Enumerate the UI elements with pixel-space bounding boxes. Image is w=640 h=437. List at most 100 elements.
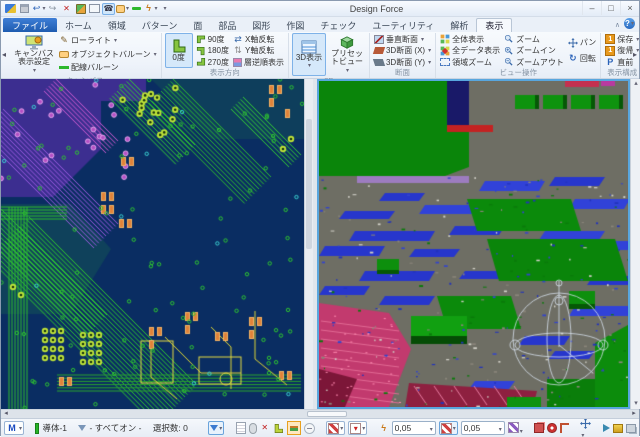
vertical-section-button[interactable]: 垂直断面: [373, 34, 432, 45]
phone-icon[interactable]: [102, 2, 115, 15]
pan-button[interactable]: パン: [567, 37, 597, 48]
layers-red-icon[interactable]: [534, 423, 545, 433]
tab-utility[interactable]: ユーティリティ: [364, 18, 442, 32]
component-display-toggle-icon[interactable]: [286, 421, 301, 435]
area-zoom-button[interactable]: 領域ズーム: [439, 57, 501, 68]
checker-icon: [507, 421, 519, 433]
vscroll-down-icon[interactable]: [631, 399, 640, 409]
collapse-ribbon-icon[interactable]: [615, 19, 620, 29]
grid-size-combo-1[interactable]: 0,05: [391, 421, 436, 435]
zoom-in-button[interactable]: ズームイン: [503, 45, 565, 56]
board-shape-toggle-icon[interactable]: [273, 423, 284, 434]
rotate-view-button[interactable]: 回転: [567, 53, 597, 64]
pcb-2d-canvas[interactable]: [1, 79, 304, 409]
zoom-out-button[interactable]: ズームアウト: [503, 57, 565, 68]
ribbon-scroll-left-icon[interactable]: ◂: [2, 50, 6, 59]
clipboard-toggle-icon[interactable]: [235, 422, 246, 434]
tab-draw[interactable]: 作図: [278, 18, 312, 32]
delete-marker-icon[interactable]: [60, 3, 73, 15]
checker-dropdown-button[interactable]: [507, 421, 523, 435]
fit-view-button[interactable]: 全体表示: [439, 34, 501, 45]
delete-toggle-icon[interactable]: [260, 423, 270, 433]
tab-check[interactable]: チェック: [312, 18, 364, 32]
hscroll-right-icon[interactable]: [629, 410, 639, 418]
window-title: Design Force: [349, 3, 404, 14]
minimize-button[interactable]: –: [582, 1, 601, 15]
tab-home[interactable]: ホーム: [57, 18, 100, 32]
app-icon[interactable]: [4, 3, 17, 15]
maximize-button[interactable]: □: [601, 1, 620, 15]
all-data-view-icon: [440, 46, 450, 55]
tab-area[interactable]: 領域: [100, 18, 134, 32]
grid-toggle-icon[interactable]: [74, 3, 87, 15]
hscroll-left-icon[interactable]: [1, 410, 11, 418]
flip-x-icon: [233, 34, 243, 44]
pan-mode-dropdown-button[interactable]: [580, 419, 592, 437]
zoom-label: ズーム: [516, 34, 540, 44]
grid-mode-dropdown-button[interactable]: [438, 421, 458, 435]
flip-y-button[interactable]: Y軸反転: [232, 45, 285, 56]
all-data-view-button[interactable]: 全データ表示: [439, 45, 501, 56]
red-grid-dropdown-button[interactable]: [326, 421, 346, 435]
tab-display[interactable]: 表示: [476, 18, 513, 32]
snap-bolt-icon[interactable]: [379, 423, 389, 433]
right-canvas-vscrollbar[interactable]: [630, 79, 640, 409]
tab-file[interactable]: ファイル: [3, 18, 58, 32]
help-icon[interactable]: ?: [624, 18, 635, 29]
wire-icon[interactable]: [130, 3, 143, 15]
monitor-icon: [25, 35, 43, 50]
tab-plane[interactable]: 面: [185, 18, 210, 32]
zoom-button[interactable]: ズーム: [503, 34, 565, 45]
rotate-90-button[interactable]: 90度: [195, 34, 230, 45]
layer-reverse-button[interactable]: 層逆順表示: [232, 57, 285, 68]
via-red-icon[interactable]: [547, 423, 557, 433]
left-vscroll-thumb[interactable]: [306, 119, 312, 249]
3d-display-button[interactable]: 3D表示: [291, 33, 326, 76]
highlight-icon[interactable]: [612, 423, 623, 433]
tab-pattern[interactable]: パターン: [134, 18, 186, 32]
undo-icon[interactable]: [32, 3, 45, 15]
save-icon[interactable]: [18, 3, 31, 15]
tab-shape[interactable]: 図形: [244, 18, 278, 32]
canvas-display-settings-button[interactable]: キャンバス 表示設定: [12, 33, 56, 76]
rotate-0-button[interactable]: 0度: [164, 33, 193, 68]
balloon-icon[interactable]: [116, 3, 129, 15]
tab-analysis[interactable]: 解析: [442, 18, 476, 32]
object-balloon-button[interactable]: オブジェクトバルーン: [58, 49, 158, 60]
rotate-view-label: 回転: [579, 53, 596, 63]
3d-section-y-button[interactable]: 3D断面 (Y): [372, 57, 432, 68]
hscroll-thumb[interactable]: [307, 411, 347, 417]
rotate-180-button[interactable]: 180度: [195, 45, 230, 56]
config-save-button[interactable]: 1 保存: [604, 34, 640, 45]
active-layer-label[interactable]: 導体-1: [42, 422, 67, 434]
filter-state-label[interactable]: - すべてオン -: [89, 422, 141, 434]
mouse-toggle-icon[interactable]: [248, 422, 257, 434]
left-canvas-vscrollbar[interactable]: [304, 79, 313, 409]
red-marker-icon: [350, 422, 362, 434]
stack-icon[interactable]: [625, 423, 637, 433]
close-button[interactable]: ×: [620, 1, 639, 15]
route-arrow-icon[interactable]: [602, 424, 610, 432]
vscroll-up-icon[interactable]: [631, 79, 640, 89]
mode-button[interactable]: M: [4, 421, 25, 435]
pcb-3d-canvas[interactable]: [319, 81, 628, 407]
lowlight-button[interactable]: ローライト: [58, 35, 158, 46]
rotate-270-button[interactable]: 270度: [195, 57, 230, 68]
zoom-box-icon[interactable]: [88, 3, 101, 15]
redo-icon[interactable]: [46, 3, 59, 15]
tab-parts[interactable]: 部品: [210, 18, 244, 32]
horizontal-scrollbar[interactable]: [1, 409, 639, 418]
grid-size-combo-2[interactable]: 0,05: [460, 421, 505, 435]
preset-view-button[interactable]: プリセットビュー: [328, 33, 366, 76]
flip-x-button[interactable]: X軸反転: [232, 34, 285, 45]
qat-more-button[interactable]: [158, 3, 171, 15]
fit-view-label: 全体表示: [452, 34, 485, 44]
minus-toggle-icon[interactable]: [303, 422, 315, 434]
wire-balloon-button[interactable]: 配線バルーン: [58, 62, 158, 73]
3d-section-x-button[interactable]: 3D断面 (X): [372, 45, 432, 56]
filter-dropdown-button[interactable]: [208, 421, 225, 435]
red-marker-dropdown-button[interactable]: [348, 421, 368, 435]
bolt-icon[interactable]: [144, 3, 157, 15]
ribbon-scroll-right-icon[interactable]: ▸: [633, 50, 637, 59]
corner-route-icon[interactable]: [559, 423, 569, 433]
